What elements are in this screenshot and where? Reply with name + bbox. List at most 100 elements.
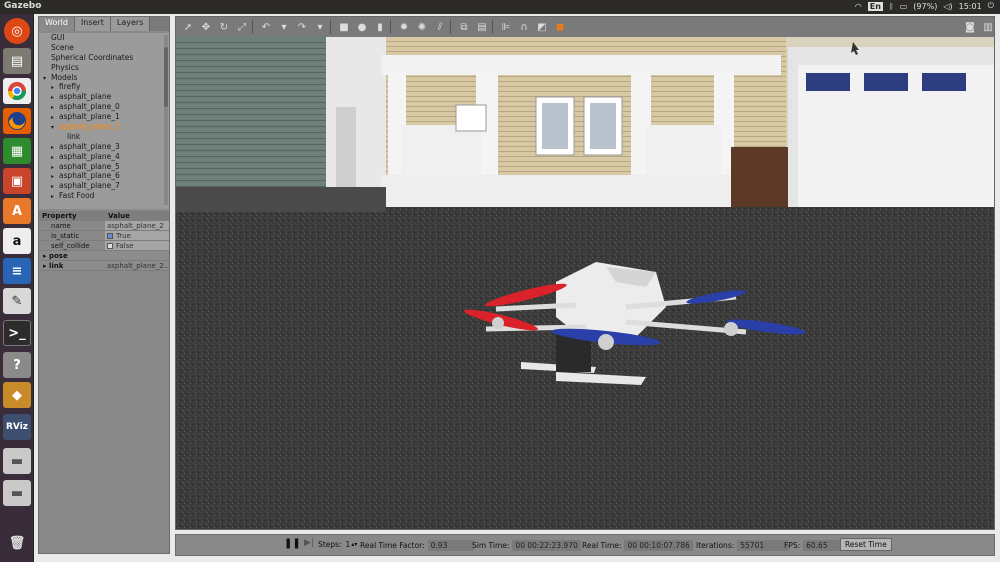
- wifi-icon[interactable]: ◠: [855, 2, 862, 11]
- property-row[interactable]: ▸ pose: [39, 251, 169, 261]
- ground-edge: [176, 187, 386, 212]
- spreadsheet-icon[interactable]: ▦: [3, 138, 31, 164]
- writer-icon[interactable]: ≡: [3, 258, 31, 284]
- panel-tabs: World Insert Layers: [39, 17, 169, 31]
- copy-icon[interactable]: ⧉: [456, 19, 472, 35]
- record-icon[interactable]: ◼: [552, 19, 568, 35]
- log-data-icon[interactable]: ▥: [980, 19, 994, 35]
- ubuntu-logo-icon[interactable]: ◎: [4, 18, 30, 44]
- terminal-icon[interactable]: >_: [3, 320, 31, 346]
- checkbox[interactable]: [107, 243, 113, 249]
- property-row[interactable]: is_static True: [39, 231, 169, 241]
- battery-icon[interactable]: ▭: [900, 2, 908, 11]
- tree-item[interactable]: ▸ Fast Food: [39, 191, 169, 201]
- tree-item[interactable]: ▸ asphalt_plane: [39, 92, 169, 102]
- undo-icon[interactable]: ↶: [258, 19, 274, 35]
- clock[interactable]: 15:01: [959, 2, 982, 11]
- porch-base: [381, 175, 781, 207]
- tree-item[interactable]: ▾ asphalt_plane_2: [39, 122, 169, 132]
- box-shape-icon[interactable]: ■: [336, 19, 352, 35]
- rviz-icon[interactable]: RViz: [3, 414, 31, 440]
- property-row[interactable]: name asphalt_plane_2: [39, 221, 169, 231]
- tree-item[interactable]: GUI: [39, 33, 169, 43]
- change-view-icon[interactable]: ◩: [534, 19, 550, 35]
- drive-icon[interactable]: ▬: [3, 448, 31, 474]
- sim-time: Sim Time: 00 00:22:23.970: [472, 540, 581, 551]
- presentation-icon[interactable]: ▣: [3, 168, 31, 194]
- 3d-viewport[interactable]: ➚ ✥ ↻ ⤢ ↶ ▾ ↷ ▾ ■ ● ▮ ✹ ✺ ⫽ ⧉ ▤ ⊫ ∩ ◩ ◼ …: [175, 16, 995, 530]
- firefox-icon[interactable]: [3, 108, 31, 134]
- tree-item-label: asphalt_plane_0: [59, 102, 120, 112]
- tree-item[interactable]: ▾ Models: [39, 73, 169, 83]
- align-icon[interactable]: ⊫: [498, 19, 514, 35]
- drive-icon[interactable]: ▬: [3, 480, 31, 506]
- files-icon[interactable]: ▤: [3, 48, 31, 74]
- trash-icon[interactable]: 🗑: [3, 530, 31, 556]
- undo-dropdown-icon[interactable]: ▾: [276, 19, 292, 35]
- sim-time-value: 00 00:22:23.970: [512, 540, 581, 551]
- property-key: name: [39, 221, 105, 230]
- redo-dropdown-icon[interactable]: ▾: [312, 19, 328, 35]
- tree-item[interactable]: ▸ asphalt_plane_1: [39, 112, 169, 122]
- point-light-icon[interactable]: ✹: [396, 19, 412, 35]
- rotate-mode-icon[interactable]: ↻: [216, 19, 232, 35]
- window-glass: [542, 103, 568, 149]
- magnet-snap-icon[interactable]: ∩: [516, 19, 532, 35]
- tree-item[interactable]: ▸ asphalt_plane_3: [39, 142, 169, 152]
- world-tree: GUI Scene Spherical Coordinates Physics ▾ Mod…: [39, 33, 169, 209]
- tree-item[interactable]: Scene: [39, 43, 169, 53]
- tree-item[interactable]: ▸ firefly: [39, 82, 169, 92]
- pause-icon[interactable]: ❚❚: [284, 538, 301, 549]
- text-editor-icon[interactable]: ✎: [3, 288, 31, 314]
- bluetooth-icon[interactable]: ᛒ: [889, 2, 894, 11]
- tree-item[interactable]: ▸ asphalt_plane_4: [39, 152, 169, 162]
- property-row[interactable]: ▸ link asphalt_plane_2...: [39, 261, 169, 271]
- keyboard-layout-indicator[interactable]: En: [867, 1, 883, 11]
- help-icon[interactable]: ?: [3, 352, 31, 378]
- tree-item[interactable]: Physics: [39, 63, 169, 73]
- screenshot-icon[interactable]: ◙: [962, 19, 978, 35]
- scale-mode-icon[interactable]: ⤢: [234, 19, 250, 35]
- sim-time-label: Sim Time:: [472, 541, 510, 550]
- tab-layers[interactable]: Layers: [110, 17, 151, 31]
- paste-icon[interactable]: ▤: [474, 19, 490, 35]
- property-row[interactable]: self_collide False: [39, 241, 169, 251]
- cylinder-shape-icon[interactable]: ▮: [372, 19, 388, 35]
- checkbox[interactable]: [107, 233, 113, 239]
- tree-item[interactable]: Spherical Coordinates: [39, 53, 169, 63]
- gazebo-icon[interactable]: ◆: [3, 382, 31, 408]
- property-value[interactable]: True: [105, 231, 169, 240]
- real-time-factor: Real Time Factor: 0.93: [360, 540, 474, 551]
- tree-item[interactable]: ▸ asphalt_plane_5: [39, 162, 169, 172]
- property-value: asphalt_plane_2: [105, 221, 169, 230]
- tree-item[interactable]: ▸ asphalt_plane_0: [39, 102, 169, 112]
- tree-item[interactable]: link: [39, 132, 169, 142]
- real-time-value: 00 00:10:07.786: [624, 540, 693, 551]
- property-key-text: is_static: [51, 232, 80, 240]
- redo-icon[interactable]: ↷: [294, 19, 310, 35]
- amazon-icon[interactable]: a: [3, 228, 31, 254]
- property-value[interactable]: False: [105, 241, 169, 250]
- spot-light-icon[interactable]: ✺: [414, 19, 430, 35]
- tree-item[interactable]: ▸ asphalt_plane_7: [39, 181, 169, 191]
- step-icon[interactable]: ▶|: [304, 538, 314, 548]
- tab-insert[interactable]: Insert: [74, 17, 111, 31]
- translate-mode-icon[interactable]: ✥: [198, 19, 214, 35]
- tab-world[interactable]: World: [39, 17, 75, 31]
- power-icon[interactable]: ⏻: [988, 1, 994, 11]
- tree-item-label: asphalt_plane_2: [59, 122, 120, 132]
- steps-spin-icon[interactable]: ▴▾: [351, 541, 357, 548]
- simulation-status-bar: ❚❚ ▶| Steps: 1 ▴▾ Real Time Factor: 0.93…: [175, 534, 995, 556]
- software-center-icon[interactable]: A: [3, 198, 31, 224]
- chrome-icon[interactable]: [3, 78, 31, 104]
- select-mode-icon[interactable]: ➚: [180, 19, 196, 35]
- reset-time-button[interactable]: Reset Time: [840, 538, 892, 551]
- steps-stepper[interactable]: 1: [346, 540, 351, 549]
- sphere-shape-icon[interactable]: ●: [354, 19, 370, 35]
- expand-arrow-icon[interactable]: ▸: [51, 192, 59, 202]
- tree-item[interactable]: ▸ asphalt_plane_6: [39, 171, 169, 181]
- directional-light-icon[interactable]: ⫽: [432, 19, 448, 35]
- system-tray: ◠ En ᛒ ▭ (97%) ◁) 15:01 ⏻: [855, 1, 994, 11]
- volume-icon[interactable]: ◁): [943, 2, 952, 11]
- simulation-scene[interactable]: [176, 37, 995, 530]
